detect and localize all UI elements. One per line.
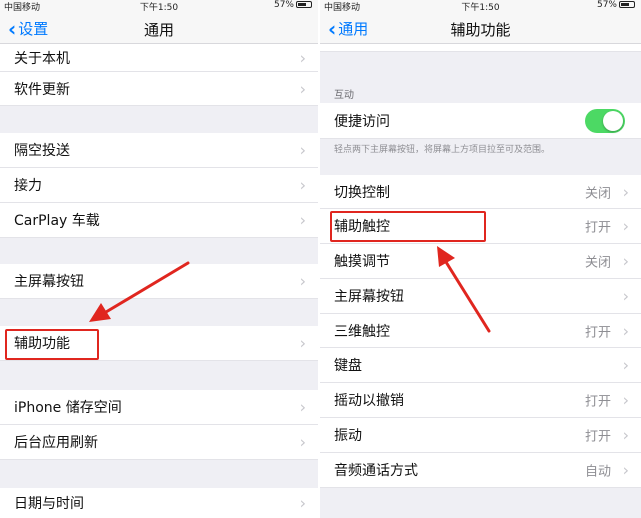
arrow-line-left xyxy=(104,261,190,314)
arrow-line-right xyxy=(444,260,491,333)
annotation-arrows xyxy=(89,246,491,333)
